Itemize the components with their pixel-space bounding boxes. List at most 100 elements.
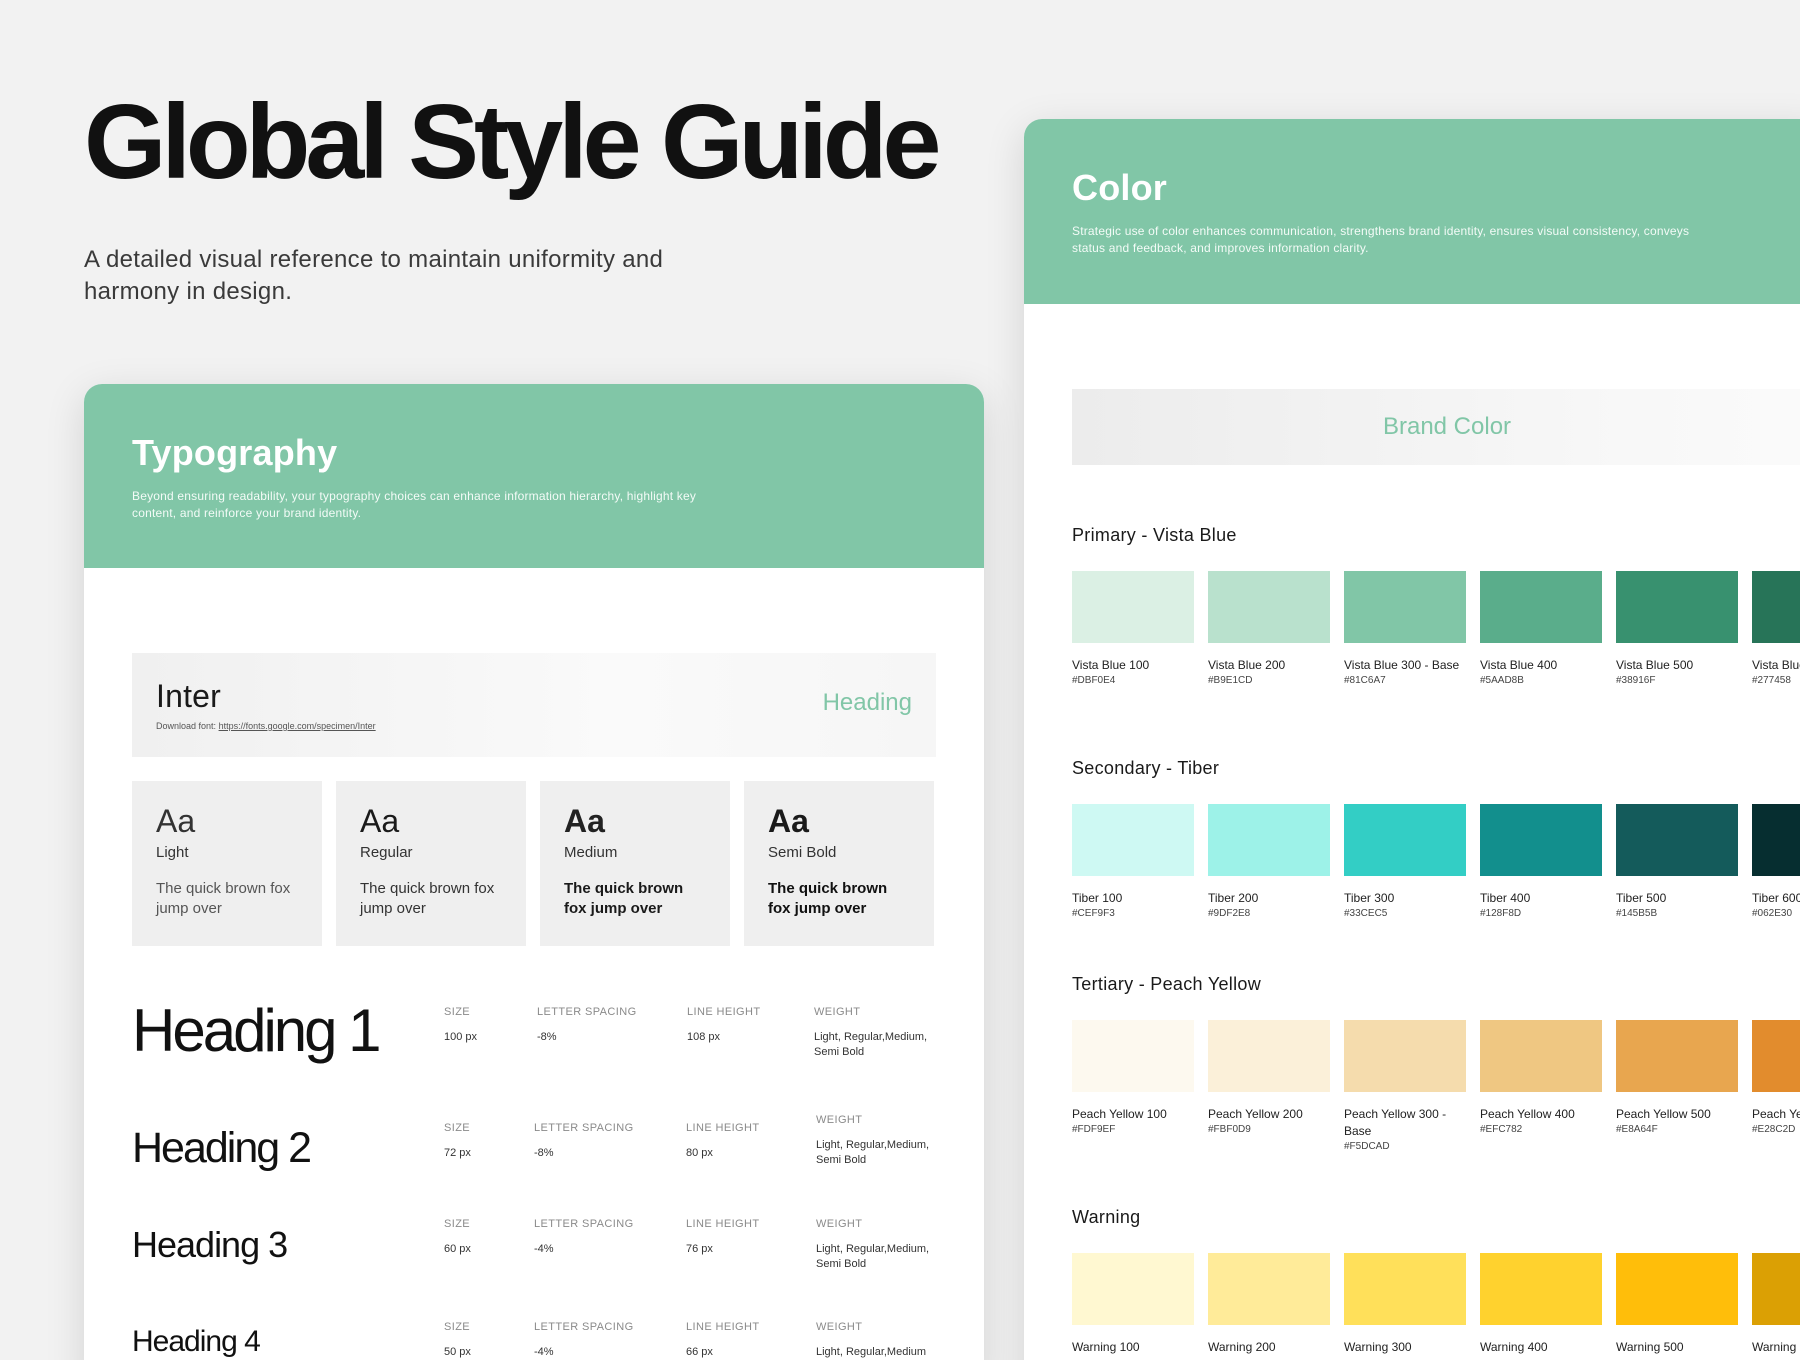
font-download-link[interactable]: https://fonts.google.com/specimen/Inter bbox=[219, 721, 376, 731]
color-swatch[interactable]: Tiber 300 #33CEC5 bbox=[1344, 804, 1466, 919]
swatch-color-chip bbox=[1344, 1253, 1466, 1325]
weight-key: WEIGHT bbox=[816, 1114, 863, 1126]
line-height-key: LINE HEIGHT bbox=[686, 1218, 760, 1230]
color-swatch[interactable]: Vista Blue 600 #277458 bbox=[1752, 571, 1800, 686]
swatch-name: Vista Blue 300 - Base bbox=[1344, 658, 1460, 672]
swatch-name: Warning 400 bbox=[1480, 1340, 1548, 1354]
line-height-key: LINE HEIGHT bbox=[686, 1321, 760, 1333]
color-swatch[interactable]: Tiber 400 #128F8D bbox=[1480, 804, 1602, 919]
heading-1-label: Heading 1 bbox=[132, 997, 382, 1064]
color-swatch[interactable]: Peach Yellow 100 #FDF9EF bbox=[1072, 1020, 1194, 1152]
swatch-color-chip bbox=[1072, 804, 1194, 876]
swatch-color-chip bbox=[1616, 571, 1738, 643]
palette-title: Primary - Vista Blue bbox=[1072, 525, 1237, 545]
swatch-name: Vista Blue 400 bbox=[1480, 658, 1558, 672]
swatch-name: Peach Yellow 200 bbox=[1208, 1107, 1303, 1121]
color-swatch[interactable]: Vista Blue 500 #38916F bbox=[1616, 571, 1738, 686]
color-swatch[interactable]: Vista Blue 400 #5AAD8B bbox=[1480, 571, 1602, 686]
size-value: 60 px bbox=[444, 1243, 471, 1255]
swatch-color-chip bbox=[1072, 571, 1194, 643]
color-swatch[interactable]: Warning 600 bbox=[1752, 1253, 1800, 1356]
swatch-name: Tiber 400 bbox=[1480, 891, 1531, 905]
swatch-name: Warning 500 bbox=[1616, 1340, 1684, 1354]
color-swatch[interactable]: Tiber 200 #9DF2E8 bbox=[1208, 804, 1330, 919]
swatch-color-chip bbox=[1208, 571, 1330, 643]
swatch-hex: #062E30 bbox=[1752, 908, 1793, 919]
typography-title: Typography bbox=[132, 432, 338, 473]
weight-value: Light, Regular,Medium bbox=[816, 1346, 927, 1358]
size-key: SIZE bbox=[444, 1218, 471, 1230]
heading-2-line-height: LINE HEIGHT 80 px bbox=[686, 1122, 759, 1161]
swatch-name: Peach Yellow 600 bbox=[1752, 1107, 1800, 1121]
weight-value: Light, Regular,Medium, Semi Bold bbox=[814, 1031, 928, 1058]
swatch-color-chip bbox=[1208, 1253, 1330, 1325]
swatch-name: Peach Yellow 300 - Base bbox=[1344, 1107, 1447, 1138]
swatch-hex: #E8A64F bbox=[1616, 1124, 1658, 1135]
swatch-row: Warning 100 Warning 200 Warning 300 Warning… bbox=[1072, 1253, 1800, 1356]
color-swatch[interactable]: Warning 400 bbox=[1480, 1253, 1602, 1356]
weight-medium-aa: Aa bbox=[564, 803, 605, 839]
swatch-hex: #81C6A7 bbox=[1344, 675, 1386, 686]
swatch-name: Warning 200 bbox=[1208, 1340, 1276, 1354]
heading-4-size: SIZE 50 px bbox=[444, 1321, 471, 1360]
heading-2-letter-spacing: LETTER SPACING -8% bbox=[534, 1122, 634, 1161]
color-swatch[interactable]: Vista Blue 100 #DBF0E4 bbox=[1072, 571, 1194, 686]
swatch-name: Vista Blue 100 bbox=[1072, 658, 1150, 672]
size-key: SIZE bbox=[444, 1006, 471, 1018]
swatch-color-chip bbox=[1752, 1253, 1800, 1325]
swatch-color-chip bbox=[1480, 1020, 1602, 1092]
color-swatch[interactable]: Tiber 500 #145B5B bbox=[1616, 804, 1738, 919]
color-swatch[interactable]: Peach Yellow 300 - Base #F5DCAD bbox=[1344, 1020, 1466, 1152]
color-swatch[interactable]: Vista Blue 200 #B9E1CD bbox=[1208, 571, 1330, 686]
weight-regular-sample: The quick brown fox jump over bbox=[360, 880, 495, 917]
color-swatch[interactable]: Peach Yellow 400 #EFC782 bbox=[1480, 1020, 1602, 1152]
swatch-color-chip bbox=[1752, 571, 1800, 643]
color-title: Color bbox=[1072, 167, 1167, 208]
weight-key: WEIGHT bbox=[814, 1006, 861, 1018]
heading-3-line-height: LINE HEIGHT 76 px bbox=[686, 1218, 759, 1257]
palette-section: Warning Warning 100 Warning 200 Warning 300… bbox=[1072, 1207, 1800, 1356]
page-title: Global Style Guide bbox=[84, 83, 941, 201]
line-height-key: LINE HEIGHT bbox=[687, 1006, 761, 1018]
weight-light-card: Aa Light The quick brown fox jump over bbox=[132, 781, 322, 946]
heading-3-weight: WEIGHT Light, Regular,Medium, Semi Bold bbox=[816, 1218, 956, 1272]
heading-2-row: Heading 2 SIZE 72 px LETTER SPACING -8% … bbox=[132, 1114, 952, 1202]
color-swatch[interactable]: Warning 500 bbox=[1616, 1253, 1738, 1356]
swatch-name: Tiber 100 bbox=[1072, 891, 1123, 905]
typography-header: Typography Beyond ensuring readability, … bbox=[84, 384, 984, 568]
color-swatch[interactable]: Tiber 600 #062E30 bbox=[1752, 804, 1800, 919]
swatch-row: Tiber 100 #CEF9F3 Tiber 200 #9DF2E8 Tiber 30… bbox=[1072, 804, 1800, 919]
swatch-name: Tiber 200 bbox=[1208, 891, 1259, 905]
palette-section: Secondary - Tiber Tiber 100 #CEF9F3 Tiber 2… bbox=[1072, 758, 1800, 919]
size-value: 100 px bbox=[444, 1031, 478, 1043]
color-swatch[interactable]: Warning 300 bbox=[1344, 1253, 1466, 1356]
swatch-color-chip bbox=[1072, 1020, 1194, 1092]
weight-light-aa: Aa bbox=[156, 803, 196, 839]
swatch-hex: #145B5B bbox=[1616, 908, 1658, 919]
color-swatch[interactable]: Tiber 100 #CEF9F3 bbox=[1072, 804, 1194, 919]
swatch-color-chip bbox=[1752, 1020, 1800, 1092]
color-swatch[interactable]: Peach Yellow 600 #E28C2D bbox=[1752, 1020, 1800, 1152]
heading-3-letter-spacing: LETTER SPACING -4% bbox=[534, 1218, 634, 1257]
swatch-hex: #FBF0D9 bbox=[1208, 1124, 1251, 1135]
swatch-name: Tiber 500 bbox=[1616, 891, 1667, 905]
heading-3-size: SIZE 60 px bbox=[444, 1218, 471, 1257]
size-value: 72 px bbox=[444, 1147, 471, 1159]
weight-semibold-name: Semi Bold bbox=[768, 844, 837, 861]
weight-key: WEIGHT bbox=[816, 1218, 863, 1230]
letter-spacing-value: -4% bbox=[534, 1243, 554, 1255]
brand-color-banner: Brand Color bbox=[1072, 389, 1800, 465]
color-swatch[interactable]: Vista Blue 300 - Base #81C6A7 bbox=[1344, 571, 1466, 686]
swatch-hex: #DBF0E4 bbox=[1072, 675, 1116, 686]
line-height-value: 66 px bbox=[686, 1346, 713, 1358]
color-swatch[interactable]: Warning 200 bbox=[1208, 1253, 1330, 1356]
letter-spacing-key: LETTER SPACING bbox=[534, 1321, 634, 1333]
color-swatch[interactable]: Warning 100 bbox=[1072, 1253, 1194, 1356]
color-header: Color Strategic use of color enhances co… bbox=[1024, 119, 1800, 304]
size-value: 50 px bbox=[444, 1346, 471, 1358]
swatch-color-chip bbox=[1208, 804, 1330, 876]
color-swatch[interactable]: Peach Yellow 500 #E8A64F bbox=[1616, 1020, 1738, 1152]
swatch-name: Tiber 600 bbox=[1752, 891, 1800, 905]
font-download-label: Download font: bbox=[156, 721, 217, 731]
color-swatch[interactable]: Peach Yellow 200 #FBF0D9 bbox=[1208, 1020, 1330, 1152]
